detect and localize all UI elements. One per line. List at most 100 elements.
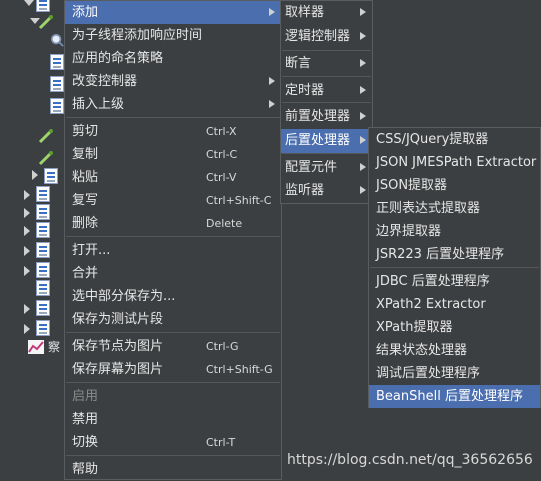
- submenu-arrow-icon: [360, 186, 366, 194]
- menu-item-shortcut: Ctrl+Shift-G: [206, 363, 273, 376]
- menu-item-jdbc-postprocessor[interactable]: JDBC 后置处理程序: [369, 270, 540, 293]
- magnifier-icon: [50, 33, 64, 47]
- menu-item-listener[interactable]: 监听器: [281, 179, 372, 203]
- menu-item-xpath-extractor[interactable]: XPath提取器: [369, 316, 540, 339]
- submenu-arrow-icon: [360, 112, 366, 120]
- menu-separator: [66, 455, 280, 456]
- submenu-arrow-icon: [360, 163, 366, 171]
- menu-item-label: 正则表达式提取器: [376, 201, 481, 216]
- menu-item-label: 后置处理器: [285, 133, 351, 148]
- thread-group-icon: [36, 186, 50, 202]
- menu-item-label: 添加: [72, 5, 99, 20]
- thread-group-icon: [36, 204, 50, 220]
- menu-item-help[interactable]: 帮助: [65, 458, 281, 481]
- thread-group-icon: [36, 242, 50, 258]
- menu-separator: [66, 332, 280, 333]
- menu-item-paste[interactable]: 粘贴 Ctrl-V: [65, 166, 281, 189]
- thread-group-icon: [36, 222, 50, 238]
- thread-group-icon: [36, 300, 50, 316]
- menu-item-label: 保存为测试片段: [72, 312, 164, 327]
- menu-item-sampler[interactable]: 取样器: [281, 1, 372, 25]
- menu-item-label: 复写: [72, 193, 99, 208]
- context-menu[interactable]: 添加为子线程添加响应时间应用的命名策略改变控制器插入上级剪切 Ctrl-X 复制 Ct…: [64, 0, 282, 480]
- menu-item-add[interactable]: 添加: [65, 1, 281, 24]
- menu-item-timer[interactable]: 定时器: [281, 79, 372, 103]
- collapse-arrow-icon[interactable]: [24, 266, 30, 276]
- menu-item-save-selection[interactable]: 选中部分保存为...: [65, 285, 281, 308]
- menu-item-cut[interactable]: 剪切 Ctrl-X: [65, 120, 281, 143]
- config-doc-icon: [50, 98, 64, 114]
- menu-item-save-screen-image[interactable]: 保存屏幕为图片 Ctrl+Shift-G: [65, 358, 281, 381]
- menu-item-save-fragment[interactable]: 保存为测试片段: [65, 308, 281, 331]
- menu-item-label: 调试后置处理程序: [376, 366, 481, 381]
- menu-item-delete[interactable]: 删除 Delete: [65, 212, 281, 235]
- menu-item-label: 删除: [72, 216, 99, 231]
- menu-item-label: 启用: [72, 389, 99, 404]
- menu-item-label: 剪切: [72, 124, 99, 139]
- menu-item-insert-parent[interactable]: 插入上级: [65, 93, 281, 116]
- menu-separator: [66, 236, 280, 237]
- menu-item-label: 改变控制器: [72, 74, 138, 89]
- menu-item-logic-controller[interactable]: 逻辑控制器: [281, 25, 372, 49]
- menu-item-assertion[interactable]: 断言: [281, 52, 372, 76]
- menu-item-label: 定时器: [285, 83, 325, 98]
- menu-item-label: 结果状态处理器: [376, 343, 468, 358]
- menu-separator: [66, 117, 280, 118]
- menu-item-label: XPath2 Extractor: [376, 297, 486, 312]
- collapse-arrow-icon[interactable]: [24, 226, 30, 236]
- menu-item-merge[interactable]: 合并: [65, 262, 281, 285]
- menu-item-copy[interactable]: 复制 Ctrl-C: [65, 143, 281, 166]
- menu-item-label: 配置元件: [285, 160, 338, 175]
- menu-item-label: 粘贴: [72, 170, 99, 185]
- tree-node-label[interactable]: 察: [48, 336, 60, 358]
- add-submenu[interactable]: 取样器逻辑控制器断言定时器前置处理器后置处理器配置元件监听器: [280, 0, 373, 204]
- menu-item-post-processor[interactable]: 后置处理器: [281, 129, 372, 153]
- menu-item-label: 选中部分保存为...: [72, 289, 176, 304]
- menu-item-result-status-handler[interactable]: 结果状态处理器: [369, 339, 540, 362]
- collapse-arrow-icon[interactable]: [24, 246, 30, 256]
- menu-item-toggle[interactable]: 切换 Ctrl-T: [65, 431, 281, 454]
- menu-item-label: 逻辑控制器: [285, 29, 351, 44]
- menu-item-pre-processor[interactable]: 前置处理器: [281, 105, 372, 129]
- menu-item-css-jquery-extractor[interactable]: CSS/JQuery提取器: [369, 128, 540, 151]
- post-processor-submenu[interactable]: CSS/JQuery提取器 JSON JMESPath Extractor JSON…: [368, 127, 541, 408]
- collapse-arrow-icon[interactable]: [24, 208, 30, 218]
- menu-item-open[interactable]: 打开...: [65, 239, 281, 262]
- menu-separator: [282, 76, 371, 77]
- menu-separator: [282, 50, 371, 51]
- menu-item-label: 合并: [72, 266, 99, 281]
- menu-item-add-response-time[interactable]: 为子线程添加响应时间: [65, 24, 281, 47]
- menu-separator: [282, 102, 371, 103]
- menu-item-label: JSON提取器: [376, 178, 448, 193]
- menu-item-debug-postprocessor[interactable]: 调试后置处理程序: [369, 362, 540, 385]
- menu-item-change-controller[interactable]: 改变控制器: [65, 70, 281, 93]
- menu-item-duplicate[interactable]: 复写 Ctrl+Shift-C: [65, 189, 281, 212]
- watermark-text: https://blog.csdn.net/qq_36562656: [287, 452, 533, 468]
- expand-arrow-icon[interactable]: [24, 0, 34, 6]
- sampler-pipette-icon: [38, 151, 53, 166]
- menu-item-label: 边界提取器: [376, 224, 442, 239]
- menu-item-label: 打开...: [72, 243, 111, 258]
- menu-item-json-extractor[interactable]: JSON提取器: [369, 174, 540, 197]
- menu-item-beanshell-postprocessor[interactable]: BeanShell 后置处理程序: [369, 385, 540, 408]
- menu-item-jsr223-postprocessor[interactable]: JSR223 后置处理程序: [369, 243, 540, 266]
- menu-item-label: 为子线程添加响应时间: [72, 28, 203, 43]
- menu-item-regex-extractor[interactable]: 正则表达式提取器: [369, 197, 540, 220]
- menu-item-boundary-extractor[interactable]: 边界提取器: [369, 220, 540, 243]
- collapse-arrow-icon[interactable]: [24, 324, 30, 334]
- menu-item-config-element[interactable]: 配置元件: [281, 156, 372, 180]
- menu-item-disable[interactable]: 禁用: [65, 408, 281, 431]
- listener-graph-icon: [28, 340, 44, 354]
- test-plan-tree[interactable]: 察: [0, 0, 66, 480]
- menu-item-naming-policy[interactable]: 应用的命名策略: [65, 47, 281, 70]
- collapse-arrow-icon[interactable]: [24, 190, 30, 200]
- menu-item-json-jmespath-extractor[interactable]: JSON JMESPath Extractor: [369, 151, 540, 174]
- collapse-arrow-icon[interactable]: [32, 170, 38, 180]
- menu-item-xpath2-extractor[interactable]: XPath2 Extractor: [369, 293, 540, 316]
- menu-item-label: JSR223 后置处理程序: [376, 247, 505, 262]
- menu-item-label: BeanShell 后置处理程序: [376, 389, 523, 404]
- collapse-arrow-icon[interactable]: [24, 304, 30, 314]
- menu-item-shortcut: Ctrl-G: [206, 340, 239, 353]
- menu-item-label: 插入上级: [72, 97, 125, 112]
- menu-item-save-node-image[interactable]: 保存节点为图片 Ctrl-G: [65, 335, 281, 358]
